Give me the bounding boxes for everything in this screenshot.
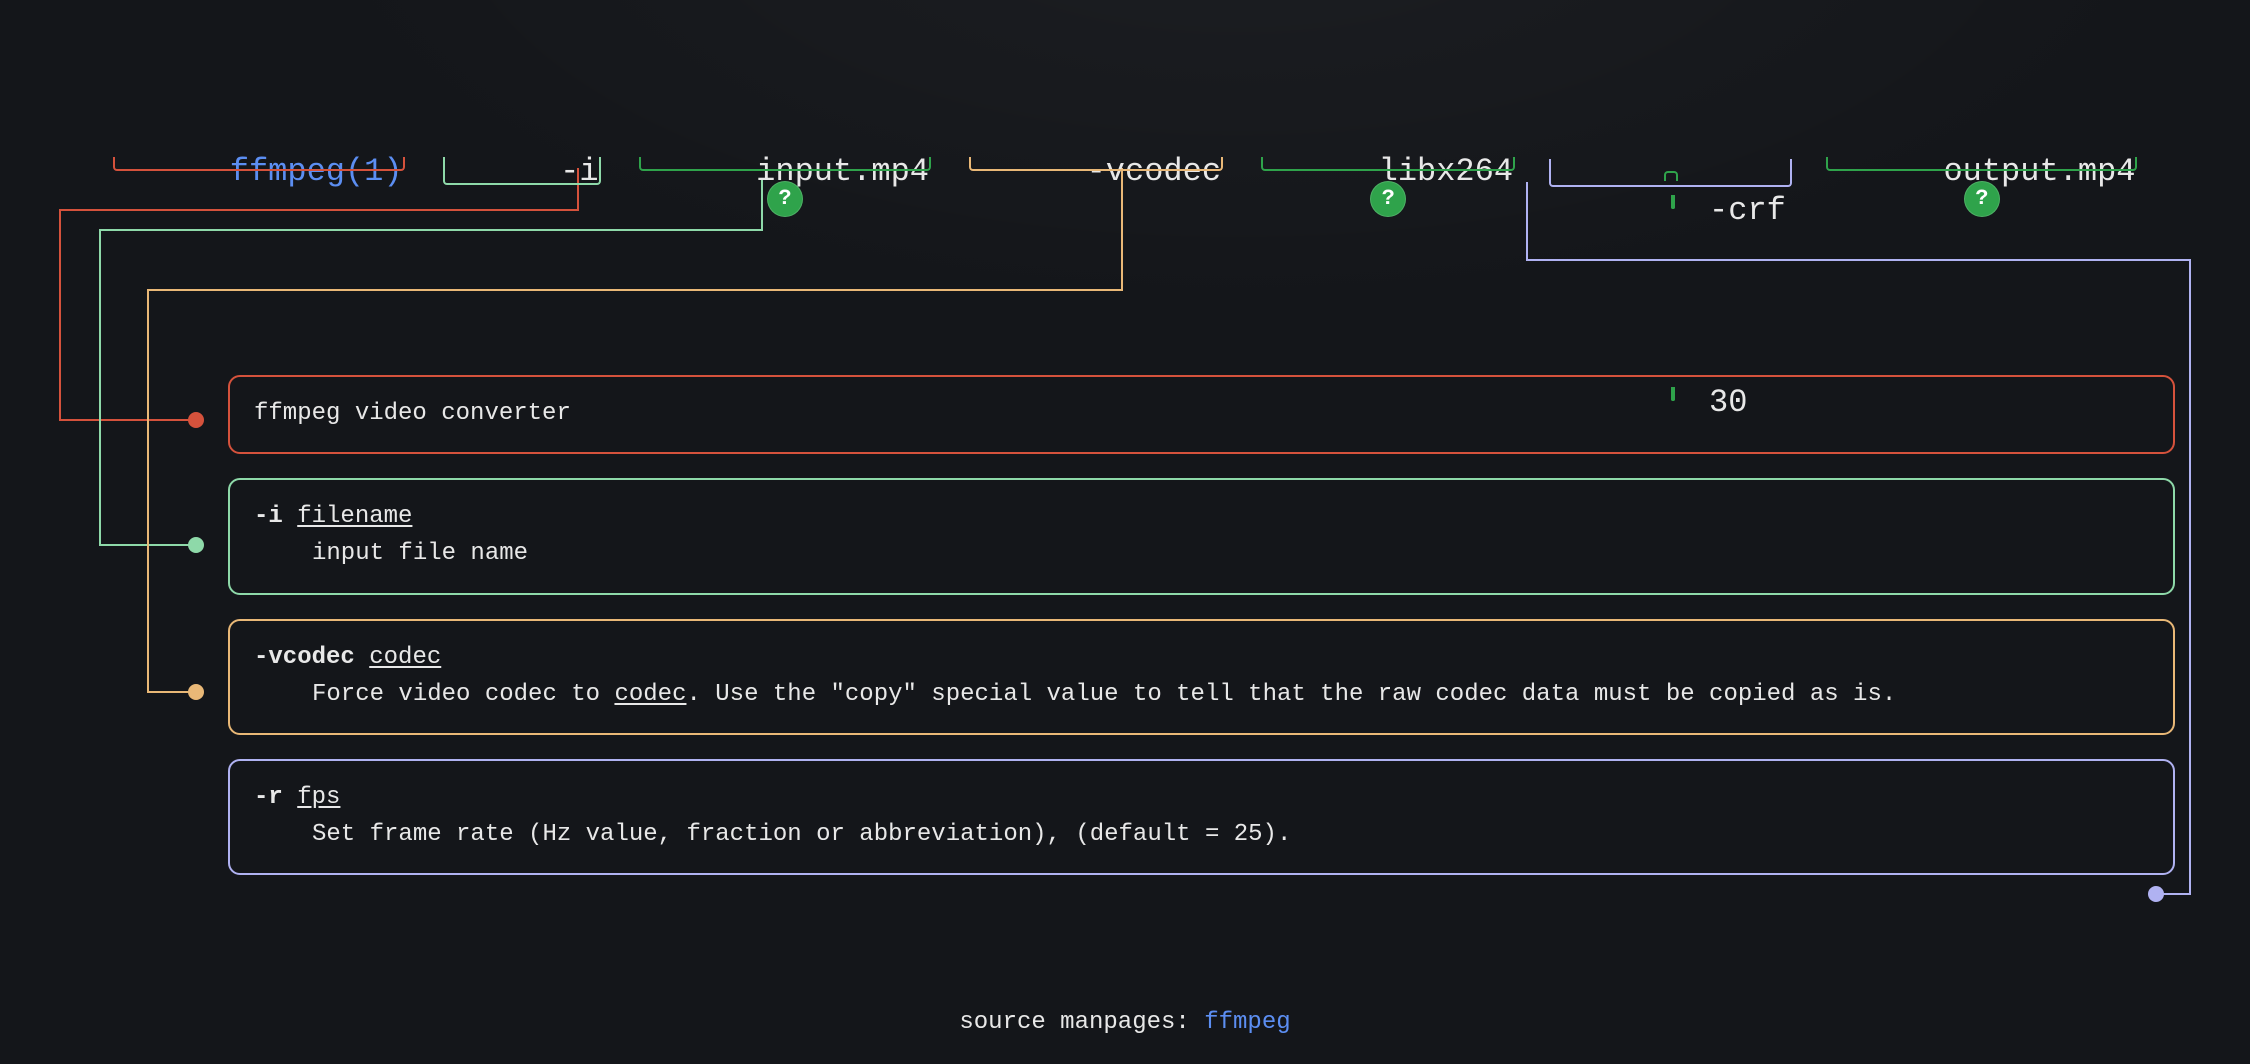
card-vcodec-flag: -vcodec <box>254 644 355 671</box>
card-program-body: ffmpeg video converter <box>254 400 571 427</box>
card-i[interactable]: -i filename input file name <box>228 478 2175 594</box>
card-dot-r <box>2148 886 2164 902</box>
card-i-flag: -i <box>254 503 283 530</box>
card-dot-i <box>188 537 204 553</box>
card-i-arg: filename <box>297 503 412 530</box>
card-vcodec-body: Force video codec to codec. Use the "cop… <box>254 676 2149 713</box>
card-r-flag: -r <box>254 784 283 811</box>
explanations: ffmpeg video converter -i filename input… <box>228 375 2175 875</box>
card-program[interactable]: ffmpeg video converter <box>228 375 2175 454</box>
card-dot-vcodec <box>188 684 204 700</box>
source-label: source manpages: <box>959 1009 1204 1036</box>
help-icon[interactable]: ? <box>767 181 803 217</box>
card-r[interactable]: -r fps Set frame rate (Hz value, fractio… <box>228 759 2175 875</box>
card-i-body: input file name <box>254 535 2149 572</box>
source-line: source manpages: ffmpeg <box>0 1009 2250 1036</box>
help-icon[interactable]: ? <box>1370 181 1406 217</box>
source-link[interactable]: ffmpeg <box>1204 1009 1290 1036</box>
card-r-body: Set frame rate (Hz value, fraction or ab… <box>254 816 2149 853</box>
token-crf-flag[interactable]: -crf <box>1555 192 1785 306</box>
card-dot-program <box>188 412 204 428</box>
help-icon[interactable]: ? <box>1964 181 2000 217</box>
card-vcodec-arg: codec <box>369 644 441 671</box>
card-vcodec[interactable]: -vcodec codec Force video codec to codec… <box>228 619 2175 735</box>
card-r-arg: fps <box>297 784 340 811</box>
